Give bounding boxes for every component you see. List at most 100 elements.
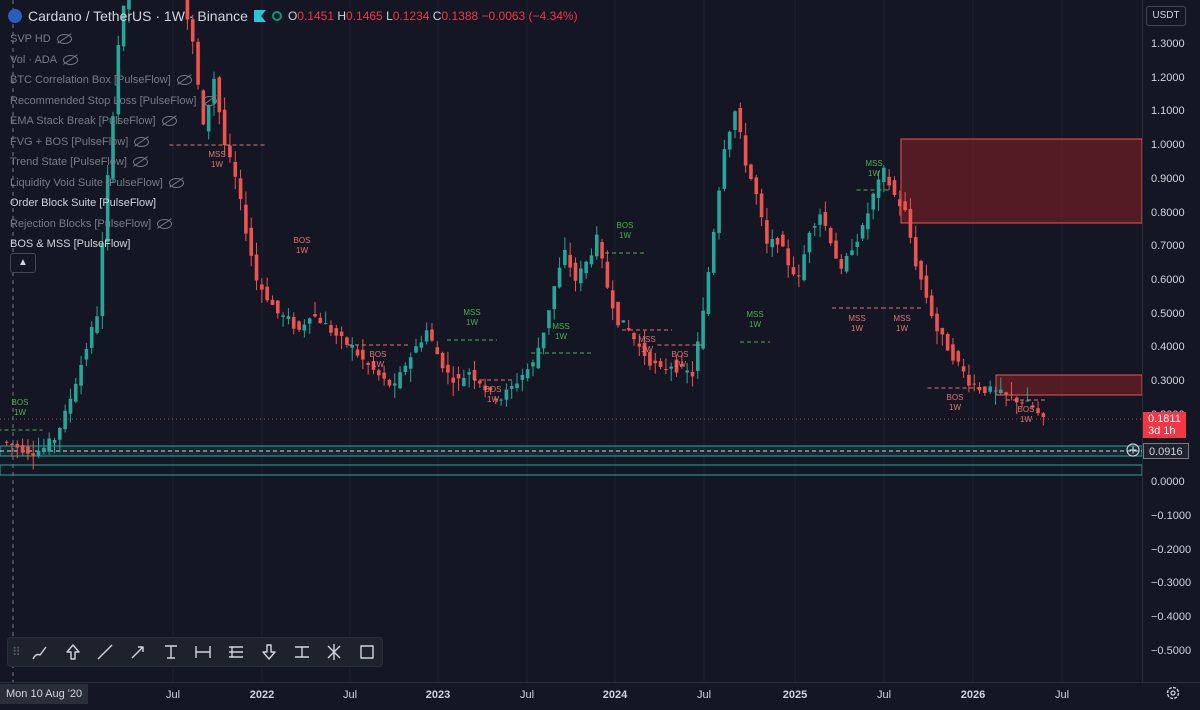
drag-handle-icon[interactable]: ⠿ [12,645,22,659]
gear-icon[interactable] [1165,685,1181,701]
last-price-tag: 0.1811 3d 1h [1143,412,1186,438]
time-axis[interactable]: Jul 2022 Jul 2023 Jul 2024 Jul 2025 Jul 2026 Jul [0,682,1200,710]
eye-hidden-icon[interactable] [161,116,177,127]
candle-body [504,389,509,400]
structure-label: MSS [746,310,763,319]
candle-body [727,131,732,150]
arrow-up-tool-button[interactable] [58,639,88,665]
flag-icon[interactable] [253,10,266,22]
indicator-row[interactable]: BTC Correlation Box [PulseFlow] [10,70,217,91]
add-plus-icon[interactable] [1126,443,1140,457]
structure-timeframe-label: 1W [466,318,478,327]
candle-body [717,190,721,233]
candle-body [786,248,790,266]
rectangle-tool-button[interactable] [352,639,382,665]
candle-body [392,383,397,386]
candle-body [1009,394,1014,396]
candle-body [387,379,392,386]
candle-body [36,450,41,456]
candle-body [339,331,344,337]
candle-body [876,179,881,198]
candle-body [621,320,626,323]
candle-body [52,440,57,443]
candle-body [265,286,269,301]
brush-tool-button[interactable] [25,639,55,665]
candle-body [249,227,254,256]
indicator-row[interactable]: Liquidity Void Suite [PulseFlow] [10,173,217,194]
indicator-row[interactable]: Order Block Suite [PulseFlow] [10,193,217,214]
currency-button[interactable]: USDT [1146,6,1186,26]
indicator-row[interactable]: Recommended Stop Loss [PulseFlow] [10,91,218,112]
indicator-row[interactable]: Trend State [PulseFlow] [10,152,217,173]
candle-body [648,351,652,366]
candle-body [382,372,386,379]
candle-body [818,214,822,225]
candle-body [84,349,89,360]
eye-hidden-icon[interactable] [63,54,79,65]
indicator-row[interactable]: Rejection Blocks [PulseFlow] [10,214,217,235]
arrow-up-icon [65,644,80,660]
candle-body [563,249,567,266]
price-axis[interactable]: 1.3000 1.2000 1.1000 1.0000 0.9000 0.8000 0.70… [1142,0,1200,682]
structure-label: MSS [865,159,882,168]
candle-body [398,372,402,389]
candle-body [228,145,232,158]
candle-body [568,254,572,268]
structure-timeframe-label: 1W [619,231,631,240]
rectangle-icon [360,645,374,659]
symbol-title[interactable]: Cardano / TetherUS · 1W · Binance [28,8,248,24]
price-tick-label: 0.7000 [1151,240,1185,253]
eye-hidden-icon[interactable] [168,177,184,188]
structure-label: BOS [12,398,29,407]
candle-body [967,374,971,386]
chart-header: Cardano / TetherUS · 1W · Binance O0.145… [8,6,578,26]
candle-body [834,240,838,259]
price-tick-label: −0.1000 [1151,509,1192,522]
candle-body [839,259,844,269]
structure-label: BOS [370,350,387,359]
eye-hidden-icon[interactable] [56,34,72,45]
indicator-row[interactable]: BOS & MSS [PulseFlow] [10,234,217,255]
arrow-down-icon [262,644,276,660]
candle-body [866,213,870,230]
indicator-label: Recommended Stop Loss [PulseFlow] [10,94,197,107]
eye-hidden-icon[interactable] [157,218,173,229]
long-position-tool-button[interactable] [221,639,251,665]
collapse-legend-button[interactable]: ▲ [10,253,36,273]
measure-tool-button[interactable] [189,639,219,665]
text-tool-button[interactable] [156,639,186,665]
time-tick-label: Jul [1054,689,1070,701]
line-tool-button[interactable] [90,639,120,665]
arrow-draw-tool-button[interactable] [123,639,153,665]
eye-hidden-icon[interactable] [202,95,218,106]
indicator-label: FVG + BOS [PulseFlow] [10,135,129,148]
eye-hidden-icon[interactable] [132,157,148,168]
candle-body [361,349,365,360]
eye-hidden-icon[interactable] [176,75,192,86]
candle-body [887,176,891,186]
price-tick-label: 0.5000 [1151,307,1185,320]
time-tick-label: 2022 [249,689,275,701]
indicator-label: Trend State [PulseFlow] [10,156,127,168]
structure-label: MSS [463,308,480,317]
indicator-row[interactable]: Vol · ADA [10,50,217,71]
indicator-row[interactable]: FVG + BOS [PulseFlow] [10,132,217,153]
candle-body [759,193,764,218]
arrow-down-tool-button[interactable] [254,639,284,665]
pitchfork-tool-button[interactable] [320,639,350,665]
indicator-row[interactable]: SVP HD [10,29,217,50]
candle-body [47,438,51,452]
eye-hidden-icon[interactable] [134,136,150,147]
market-status-icon[interactable] [271,11,282,21]
candle-body [770,239,775,248]
candle-body [499,399,503,401]
text-icon [164,645,177,659]
indicator-row[interactable]: EMA Stack Break [PulseFlow] [10,111,217,132]
candle-body [743,135,748,166]
brush-icon [32,646,47,660]
candle-body [323,323,328,325]
candle-body [525,369,530,379]
price-range-tool-button[interactable] [287,639,317,665]
structure-timeframe-label: 1W [555,332,567,341]
time-tick-label: Jul [519,689,535,701]
